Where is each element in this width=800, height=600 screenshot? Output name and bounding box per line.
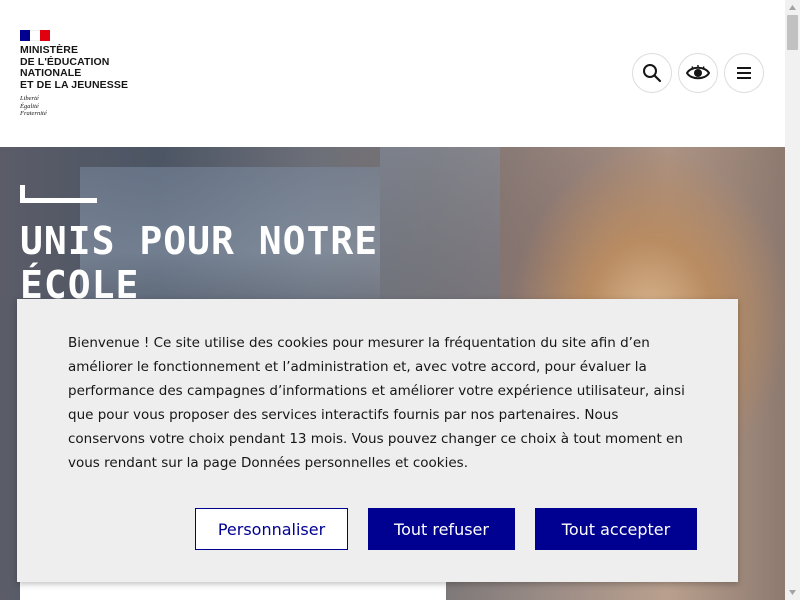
cookie-consent-banner: Bienvenue ! Ce site utilise des cookies … [17,299,738,582]
scroll-up-arrow-icon[interactable] [785,0,800,15]
ministry-name: MINISTÈRE DE L'ÉDUCATION NATIONALE ET DE… [20,44,150,91]
ministry-line: MINISTÈRE [20,44,79,56]
accept-all-button[interactable]: Tout accepter [535,508,697,550]
french-flag-icon [20,30,50,41]
customize-button[interactable]: Personnaliser [195,508,348,550]
scroll-down-arrow-icon[interactable] [785,585,800,600]
motto-line: Fraternité [20,110,47,117]
ministry-line: ET DE LA JEUNESSE [20,78,129,91]
vertical-scrollbar[interactable] [785,0,800,600]
menu-icon [737,67,751,79]
motto-line: Liberté [20,95,39,102]
accessibility-button[interactable] [678,53,718,93]
menu-button[interactable] [724,53,764,93]
hero-title: UNIS POUR NOTRE ÉCOLE [20,219,379,307]
ministry-line: NATIONALE [20,67,82,79]
site-header: MINISTÈRE DE L'ÉDUCATION NATIONALE ET DE… [0,0,785,147]
search-icon [643,64,662,83]
republic-motto: Liberté Égalité Fraternité [20,95,150,118]
hero-decoration-bracket [20,185,97,203]
search-button[interactable] [632,53,672,93]
cookie-notice-text: Bienvenue ! Ce site utilise des cookies … [68,335,685,471]
refuse-all-button[interactable]: Tout refuser [368,508,515,550]
motto-line: Égalité [20,102,39,110]
eye-icon [686,65,710,80]
scrollbar-thumb[interactable] [787,15,798,50]
ministry-logo[interactable]: MINISTÈRE DE L'ÉDUCATION NATIONALE ET DE… [20,30,150,118]
